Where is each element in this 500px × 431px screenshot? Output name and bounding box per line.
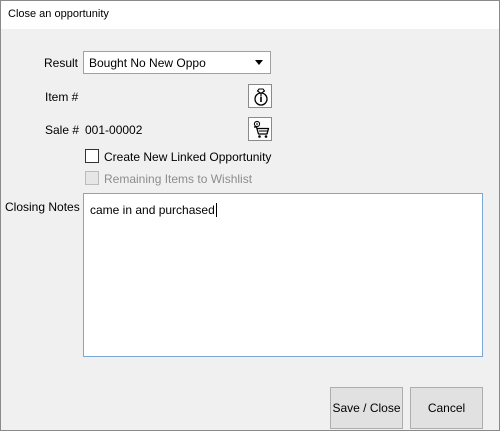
save-close-button[interactable]: Save / Close [330,387,403,429]
ring-search-icon [254,88,268,106]
chevron-down-icon [255,60,263,65]
closing-notes-label: Closing Notes [5,200,80,214]
sale-lookup-button[interactable] [248,117,272,141]
closing-notes-value: came in and purchased [90,203,215,217]
result-selected-value: Bought No New Oppo [89,56,206,70]
item-number-label: Item # [45,90,79,104]
close-opportunity-dialog: Close an opportunity Result Bought No Ne… [0,0,500,431]
result-dropdown[interactable]: Bought No New Oppo [83,51,271,74]
remaining-items-wishlist-checkbox [85,171,99,185]
closing-notes-content: came in and purchased [90,203,217,217]
item-lookup-button[interactable] [248,84,272,108]
remaining-items-wishlist-label: Remaining Items to Wishlist [104,172,253,186]
title-bar: Close an opportunity [1,1,499,29]
text-caret [215,203,217,217]
dialog-title: Close an opportunity [8,8,109,20]
cart-search-icon [253,120,270,138]
create-linked-opportunity-label[interactable]: Create New Linked Opportunity [104,150,271,164]
create-linked-opportunity-checkbox[interactable] [85,149,99,163]
sale-number-label: Sale # [45,123,80,137]
closing-notes-textarea[interactable]: came in and purchased [83,193,483,357]
cancel-button[interactable]: Cancel [410,387,483,429]
sale-number-value: 001-00002 [85,123,143,137]
result-label: Result [44,56,79,70]
